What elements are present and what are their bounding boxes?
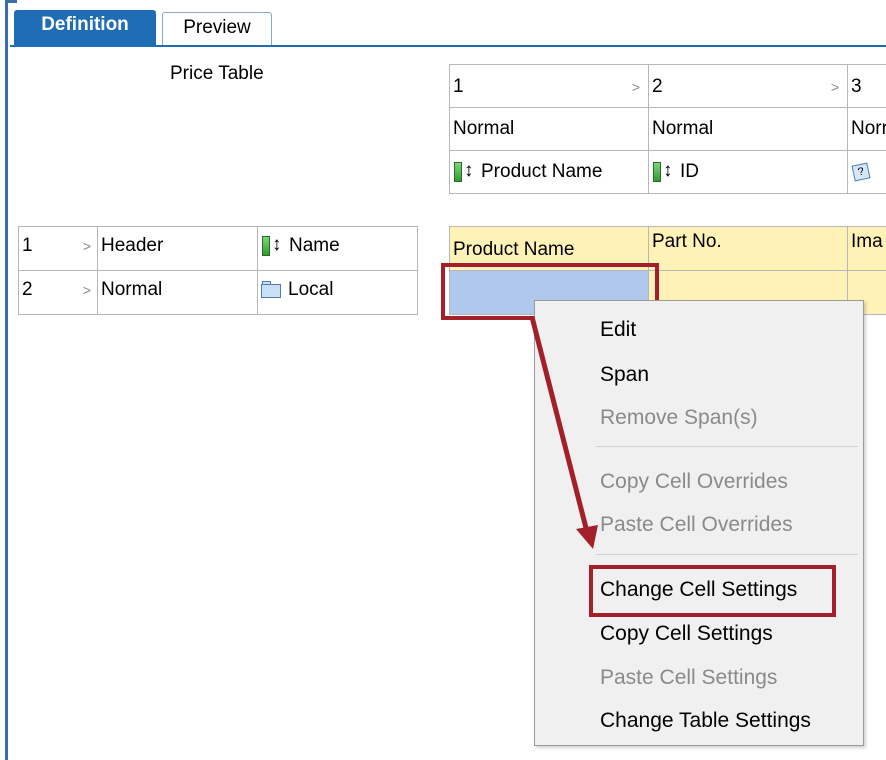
callout-arrow-head	[576, 525, 598, 549]
callout-arrow-shaft	[529, 316, 589, 529]
callout-arrow	[529, 316, 598, 549]
